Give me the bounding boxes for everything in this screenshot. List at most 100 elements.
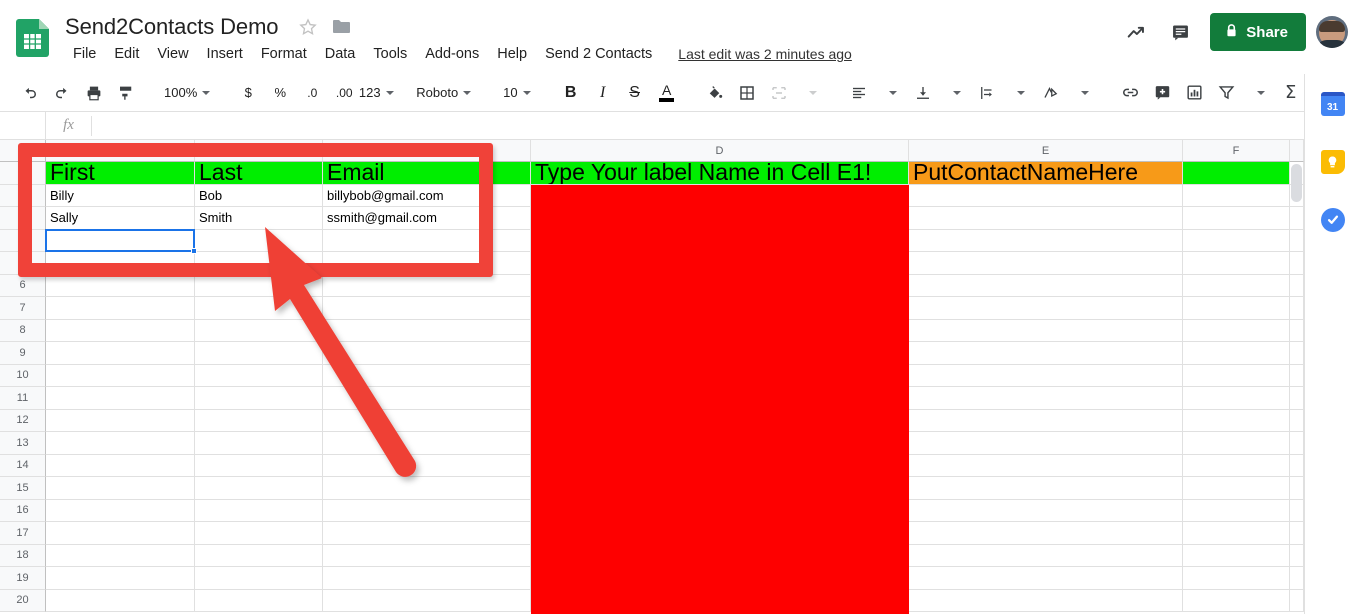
grid-cell[interactable]: [323, 387, 531, 410]
grid-cell[interactable]: [1290, 432, 1304, 455]
grid-cell[interactable]: [323, 365, 531, 388]
cell-c3[interactable]: ssmith@gmail.com: [323, 207, 531, 230]
grid-cell[interactable]: [909, 342, 1183, 365]
grid-cell[interactable]: [323, 590, 531, 613]
grid-cell[interactable]: [323, 545, 531, 568]
decrease-decimal-button[interactable]: .0: [298, 79, 326, 107]
grid-cell[interactable]: [909, 567, 1183, 590]
grid-cell[interactable]: [195, 365, 323, 388]
cell-c1[interactable]: Email: [323, 162, 531, 185]
grid-cell[interactable]: [1290, 410, 1304, 433]
grid-cell[interactable]: [1183, 522, 1290, 545]
grid-cell[interactable]: [195, 252, 323, 275]
share-button[interactable]: Share: [1210, 13, 1306, 51]
grid-cell[interactable]: [195, 590, 323, 613]
grid-cell[interactable]: [323, 432, 531, 455]
grid-cell[interactable]: [909, 455, 1183, 478]
row-header-13[interactable]: 13: [0, 432, 46, 455]
grid-cell[interactable]: [46, 545, 195, 568]
selected-cell-a4[interactable]: [45, 229, 195, 253]
grid-cell[interactable]: [1183, 230, 1290, 253]
menu-insert[interactable]: Insert: [199, 44, 251, 64]
column-header-e[interactable]: E: [909, 140, 1183, 162]
grid-cell[interactable]: [323, 500, 531, 523]
grid-cell[interactable]: [1183, 477, 1290, 500]
grid-cell[interactable]: [1290, 342, 1304, 365]
grid-cell[interactable]: [195, 275, 323, 298]
horizontal-align-icon[interactable]: [845, 79, 873, 107]
text-color-button[interactable]: A: [653, 79, 681, 107]
currency-format-button[interactable]: $: [234, 79, 262, 107]
zoom-selector[interactable]: 100%: [158, 80, 216, 106]
grid-cell[interactable]: [1183, 275, 1290, 298]
grid-cell[interactable]: [323, 342, 531, 365]
row-header-8[interactable]: 8: [0, 320, 46, 343]
grid-cell[interactable]: [195, 410, 323, 433]
spreadsheet-grid[interactable]: ABCDEF 1234567891011121314151617181920 F…: [0, 140, 1304, 614]
italic-button[interactable]: I: [589, 79, 617, 107]
row-header-5[interactable]: 5: [0, 252, 46, 275]
menu-format[interactable]: Format: [253, 44, 315, 64]
row-header-14[interactable]: 14: [0, 455, 46, 478]
undo-icon[interactable]: [16, 79, 44, 107]
grid-cell[interactable]: [909, 230, 1183, 253]
grid-cell[interactable]: [1183, 207, 1290, 230]
cell-b3[interactable]: Smith: [195, 207, 323, 230]
menu-file[interactable]: File: [65, 44, 104, 64]
text-wrap-dropdown[interactable]: [1005, 79, 1033, 107]
merge-cells-icon[interactable]: [765, 79, 793, 107]
grid-cell[interactable]: [195, 455, 323, 478]
cell-a2[interactable]: Billy: [46, 185, 195, 208]
google-calendar-icon[interactable]: 31: [1321, 92, 1345, 116]
grid-cell[interactable]: [46, 320, 195, 343]
row-header-15[interactable]: 15: [0, 477, 46, 500]
grid-cell[interactable]: [46, 297, 195, 320]
row-header-4[interactable]: 4: [0, 230, 46, 253]
chart-icon[interactable]: [1181, 79, 1209, 107]
grid-cell[interactable]: [909, 590, 1183, 613]
grid-cell[interactable]: [323, 275, 531, 298]
grid-cell[interactable]: [909, 500, 1183, 523]
grid-cell[interactable]: [909, 320, 1183, 343]
row-header-7[interactable]: 7: [0, 297, 46, 320]
grid-cell[interactable]: [909, 522, 1183, 545]
link-icon[interactable]: [1117, 79, 1145, 107]
grid-cell[interactable]: [323, 477, 531, 500]
vertical-scrollbar[interactable]: [1291, 164, 1302, 202]
cell-e1[interactable]: PutContactNameHere: [909, 162, 1183, 185]
grid-cell[interactable]: [1183, 252, 1290, 275]
grid-cell[interactable]: [1183, 410, 1290, 433]
grid-cell[interactable]: [1290, 365, 1304, 388]
text-wrap-icon[interactable]: [973, 79, 1001, 107]
grid-cell[interactable]: [1290, 545, 1304, 568]
grid-cell[interactable]: [46, 432, 195, 455]
grid-cell[interactable]: [46, 387, 195, 410]
grid-cell[interactable]: [1290, 567, 1304, 590]
vertical-align-dropdown[interactable]: [941, 79, 969, 107]
column-header-a[interactable]: A: [46, 140, 195, 162]
star-outline-icon[interactable]: [298, 17, 318, 37]
borders-icon[interactable]: [733, 79, 761, 107]
fill-handle[interactable]: [191, 248, 197, 254]
grid-cell[interactable]: [909, 275, 1183, 298]
grid-cell[interactable]: [323, 252, 531, 275]
row-header-10[interactable]: 10: [0, 365, 46, 388]
menu-help[interactable]: Help: [489, 44, 535, 64]
grid-cell[interactable]: [1290, 207, 1304, 230]
grid-cell[interactable]: [909, 545, 1183, 568]
row-header-16[interactable]: 16: [0, 500, 46, 523]
grid-cell[interactable]: [1183, 545, 1290, 568]
grid-cell[interactable]: [1290, 387, 1304, 410]
grid-cell[interactable]: [909, 252, 1183, 275]
avatar[interactable]: [1316, 16, 1348, 48]
grid-cell[interactable]: [46, 500, 195, 523]
google-keep-icon[interactable]: [1321, 150, 1345, 174]
cell-d1[interactable]: Type Your label Name in Cell E1!: [531, 162, 909, 185]
grid-cell[interactable]: [1290, 252, 1304, 275]
grid-cell[interactable]: [1183, 432, 1290, 455]
row-header-3[interactable]: 3: [0, 207, 46, 230]
filter-icon[interactable]: [1213, 79, 1241, 107]
row-header-6[interactable]: 6: [0, 275, 46, 298]
grid-cell[interactable]: [323, 320, 531, 343]
redo-icon[interactable]: [48, 79, 76, 107]
